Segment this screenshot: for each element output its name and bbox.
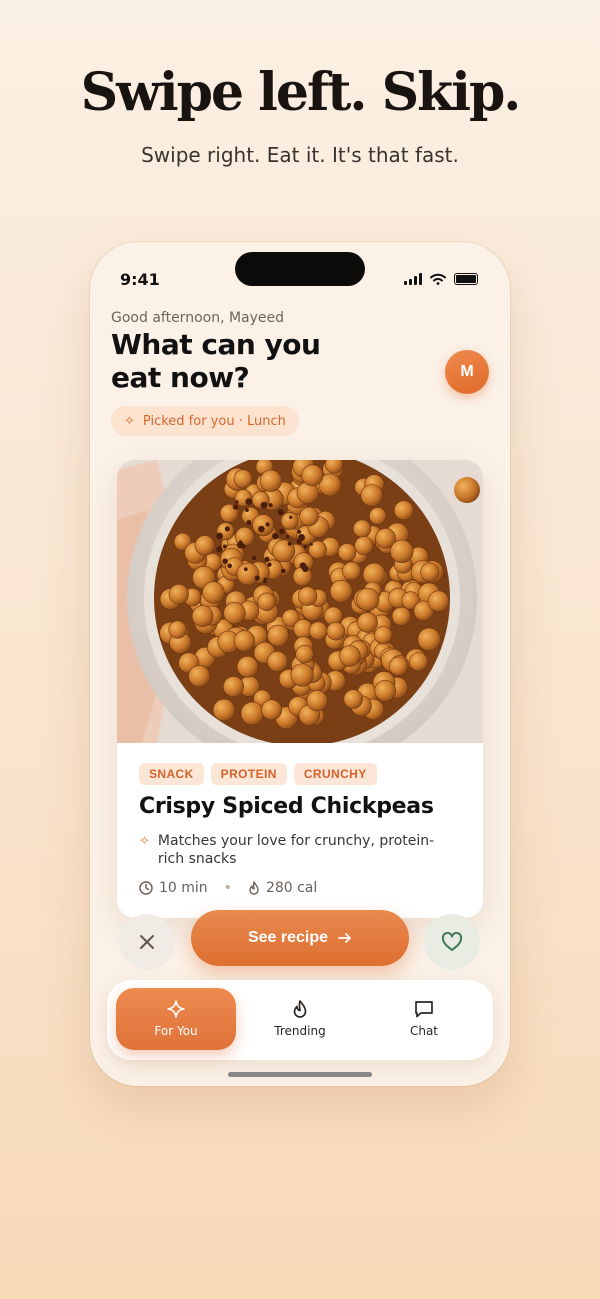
headline: Swipe left. Skip. <box>80 62 522 123</box>
dynamic-island <box>235 252 365 286</box>
recipe-title: Crispy Spiced Chickpeas <box>139 794 434 819</box>
match-reason: ✧ Matches your love for crunchy, protein… <box>139 832 459 868</box>
flame-icon <box>293 1000 307 1018</box>
calories-label: 280 cal <box>265 880 318 896</box>
page-title: What can you eat now? <box>111 328 321 394</box>
wifi-icon <box>430 273 446 285</box>
tab-label: For You <box>154 1024 198 1038</box>
chat-icon <box>415 1001 433 1018</box>
context-pill-label: Picked for you · Lunch <box>142 413 286 429</box>
recipe-photo <box>117 460 483 743</box>
phone-frame: 9:41 Good afternoon, Mayeed What can you… <box>90 242 510 1086</box>
tab-label: Chat <box>409 1024 439 1038</box>
arrow-right-icon <box>338 933 351 943</box>
tag-badge: SNACK <box>139 763 204 785</box>
skip-button[interactable] <box>119 914 175 970</box>
avatar[interactable]: M <box>445 350 489 394</box>
match-reason-text: Matches your love for crunchy, protein-r… <box>157 833 435 867</box>
status-icons <box>404 273 478 285</box>
see-recipe-button[interactable]: See recipe <box>191 910 409 966</box>
flame-icon <box>249 881 259 895</box>
tab-trending[interactable]: Trending <box>240 988 360 1050</box>
like-button[interactable] <box>424 914 480 970</box>
see-recipe-label: See recipe <box>247 929 329 946</box>
heart-icon <box>441 932 463 951</box>
subheadline: Swipe right. Eat it. It's that fast. <box>141 143 459 167</box>
close-icon <box>140 935 154 949</box>
tab-label: Trending <box>274 1024 326 1038</box>
tag-badge: CRUNCHY <box>293 763 377 785</box>
clock-icon <box>139 881 153 895</box>
tab-chat[interactable]: Chat <box>364 988 484 1050</box>
calories: 280 cal <box>248 880 317 896</box>
status-time: 9:41 <box>120 270 160 289</box>
tab-for-you[interactable]: For You <box>116 988 236 1050</box>
prep-time: 10 min <box>139 880 208 896</box>
tag-badge: PROTEIN <box>210 763 287 785</box>
sparkle-icon <box>167 1000 185 1018</box>
context-pill[interactable]: ✧ Picked for you · Lunch <box>111 406 299 436</box>
prep-time-label: 10 min <box>159 880 208 896</box>
battery-icon <box>454 273 478 285</box>
sparkle-icon: ✧ <box>139 834 150 849</box>
home-indicator <box>228 1072 372 1077</box>
meta-separator: • <box>223 880 232 896</box>
tag-list: SNACK PROTEIN CRUNCHY <box>139 763 377 785</box>
greeting: Good afternoon, Mayeed <box>111 310 285 326</box>
tab-bar: For You Trending Chat <box>107 980 493 1060</box>
sparkle-icon: ✧ <box>124 413 135 429</box>
signal-icon <box>404 273 422 285</box>
recipe-card[interactable]: SNACK PROTEIN CRUNCHY Crispy Spiced Chic… <box>117 460 483 918</box>
recipe-meta: 10 min • 280 cal <box>139 880 317 896</box>
